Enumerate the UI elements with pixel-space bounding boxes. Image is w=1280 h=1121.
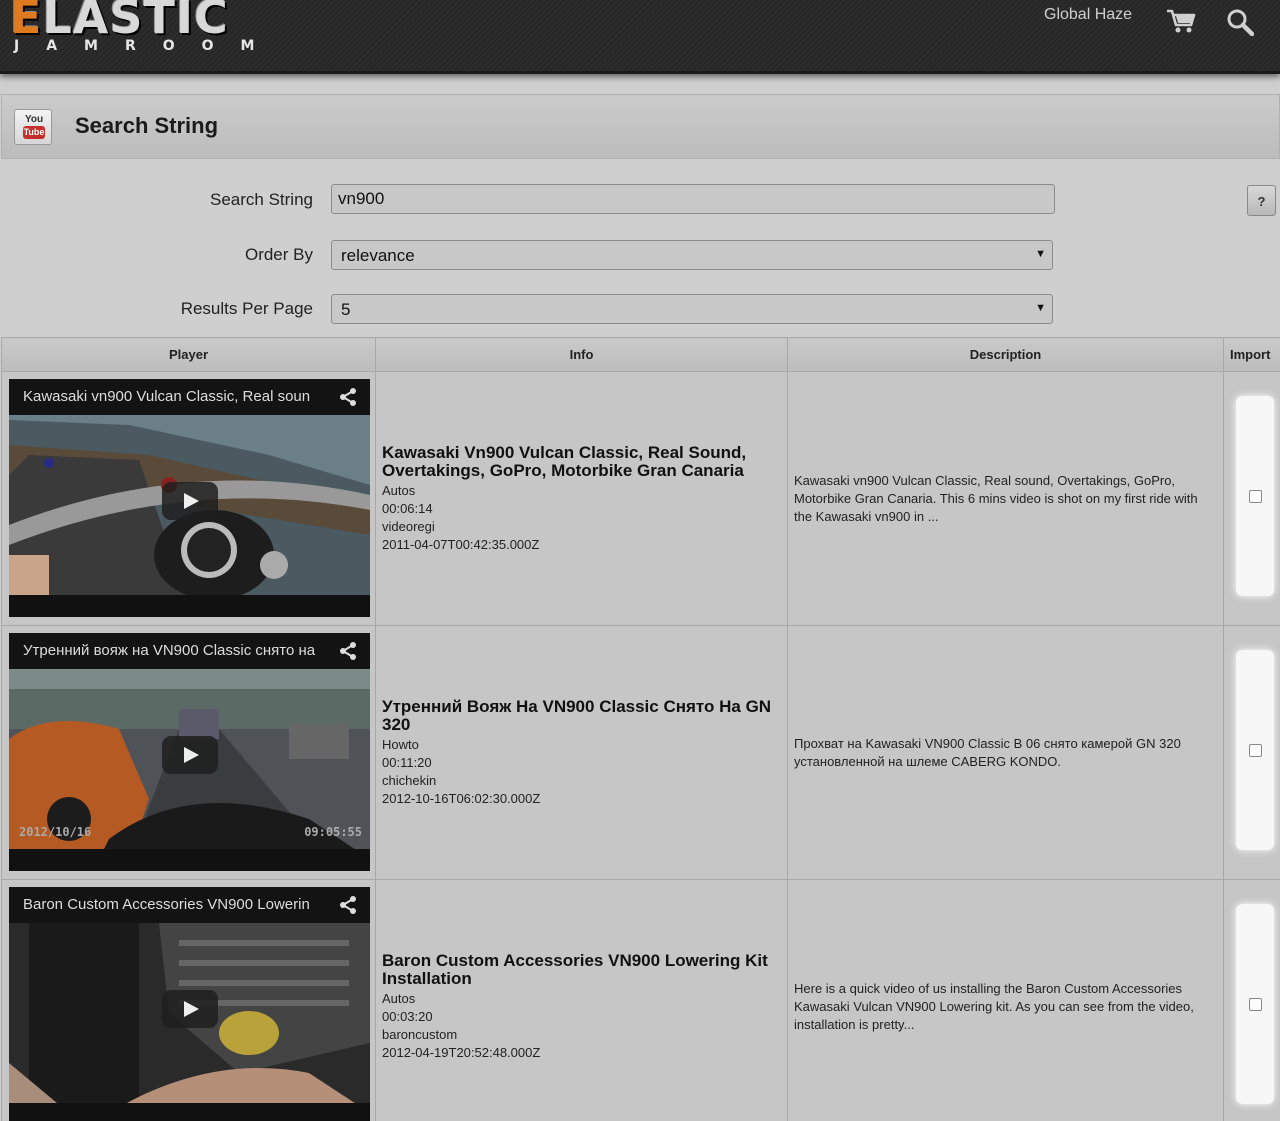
- player-cell: Kawasaki vn900 Vulcan Classic, Real soun: [1, 371, 376, 626]
- order-by-select[interactable]: relevance ▼: [331, 240, 1053, 270]
- import-checkbox[interactable]: [1249, 744, 1262, 757]
- video-category: Howto: [382, 736, 419, 752]
- table-row: Kawasaki vn900 Vulcan Classic, Real soun: [1, 371, 1280, 626]
- order-by-value: relevance: [341, 246, 415, 265]
- import-cell: [1223, 625, 1280, 880]
- results-table: Player Info Description Import Kawasaki …: [1, 337, 1280, 1121]
- dropdown-arrow-icon: ▼: [1035, 302, 1046, 314]
- video-title: Baron Custom Accessories VN900 Lowering …: [382, 950, 768, 988]
- header-description: Description: [787, 337, 1224, 372]
- video-player[interactable]: Kawasaki vn900 Vulcan Classic, Real soun: [9, 378, 370, 617]
- table-row: Baron Custom Accessories VN900 Lowerin B…: [1, 879, 1280, 1121]
- import-cell: [1223, 879, 1280, 1121]
- youtube-icon-you: You: [25, 114, 44, 125]
- header-import: Import: [1223, 337, 1280, 372]
- video-timestamp-date: 2012/10/16: [19, 824, 92, 839]
- import-checkbox[interactable]: [1249, 998, 1262, 1011]
- video-duration: 00:11:20: [382, 754, 432, 770]
- description-cell: Прохват на Kawasaki VN900 Classic B 06 с…: [787, 625, 1224, 880]
- play-button[interactable]: [162, 735, 218, 774]
- video-duration: 00:03:20: [382, 1008, 433, 1024]
- help-button[interactable]: ?: [1247, 185, 1276, 216]
- page-title: Search String: [75, 113, 219, 138]
- video-duration: 00:06:14: [382, 500, 433, 516]
- results-per-page-select[interactable]: 5 ▼: [331, 294, 1053, 324]
- search-icon[interactable]: [1226, 8, 1254, 36]
- video-timestamp-time: 09:05:55: [304, 824, 362, 839]
- share-icon[interactable]: [338, 641, 358, 661]
- player-cell: Утренний вояж на VN900 Classic снято на: [1, 625, 376, 880]
- video-category: Autos: [382, 482, 416, 498]
- import-cell: [1223, 371, 1280, 626]
- player-cell: Baron Custom Accessories VN900 Lowerin: [1, 879, 376, 1121]
- header-player: Player: [1, 337, 376, 372]
- share-icon[interactable]: [338, 387, 358, 407]
- play-button[interactable]: [162, 989, 218, 1028]
- import-checkbox[interactable]: [1249, 490, 1262, 503]
- import-highlight: [1236, 650, 1274, 850]
- play-button[interactable]: [162, 481, 218, 520]
- search-string-label: Search String: [210, 190, 313, 209]
- video-title: Утренний Вояж На VN900 Classic Снято На …: [382, 696, 772, 734]
- header-info: Info: [375, 337, 788, 372]
- page-title-bar: You Tube Search String: [1, 94, 1280, 159]
- table-row: Утренний вояж на VN900 Classic снято на: [1, 625, 1280, 880]
- results-per-page-value: 5: [341, 300, 351, 319]
- youtube-icon: You Tube: [14, 109, 52, 145]
- results-per-page-label: Results Per Page: [180, 299, 313, 318]
- order-by-label: Order By: [244, 245, 313, 264]
- search-string-input[interactable]: [331, 184, 1055, 214]
- video-author: videoregi: [382, 518, 435, 534]
- video-title: Kawasaki Vn900 Vulcan Classic, Real Soun…: [382, 442, 747, 480]
- video-author: chichekin: [382, 772, 437, 788]
- user-menu-link[interactable]: Global Haze: [1044, 6, 1132, 24]
- info-cell: Kawasaki Vn900 Vulcan Classic, Real Soun…: [375, 371, 788, 626]
- video-title-overlay[interactable]: Kawasaki vn900 Vulcan Classic, Real soun: [9, 378, 370, 415]
- youtube-icon-tube: Tube: [23, 126, 45, 139]
- dropdown-arrow-icon: ▼: [1035, 248, 1046, 260]
- video-date: 2012-10-16T06:02:30.000Z: [382, 790, 541, 806]
- import-highlight: [1236, 396, 1274, 596]
- video-player[interactable]: Baron Custom Accessories VN900 Lowerin: [9, 886, 370, 1121]
- video-date: 2011-04-07T00:42:35.000Z: [382, 536, 540, 552]
- video-author: baroncustom: [382, 1026, 458, 1042]
- info-cell: Утренний Вояж На VN900 Classic Снято На …: [375, 625, 788, 880]
- video-title-overlay[interactable]: Baron Custom Accessories VN900 Lowerin: [9, 886, 370, 923]
- info-cell: Baron Custom Accessories VN900 Lowering …: [375, 879, 788, 1121]
- table-header-row: Player Info Description Import: [1, 337, 1280, 372]
- video-player[interactable]: Утренний вояж на VN900 Classic снято на: [9, 632, 370, 871]
- description-cell: Kawasaki vn900 Vulcan Classic, Real soun…: [787, 371, 1224, 626]
- video-date: 2012-04-19T20:52:48.000Z: [382, 1044, 541, 1060]
- import-highlight: [1236, 904, 1274, 1104]
- top-navigation-bar: ELASTIC JAMROOM Global Haze: [0, 0, 1280, 74]
- video-title-overlay[interactable]: Утренний вояж на VN900 Classic снято на: [9, 632, 370, 669]
- video-category: Autos: [382, 990, 416, 1006]
- site-logo[interactable]: ELASTIC: [10, 0, 229, 42]
- cart-icon[interactable]: [1166, 8, 1196, 34]
- logo-subtext: JAMROOM: [14, 38, 282, 54]
- description-cell: Here is a quick video of us installing t…: [787, 879, 1224, 1121]
- share-icon[interactable]: [338, 895, 358, 915]
